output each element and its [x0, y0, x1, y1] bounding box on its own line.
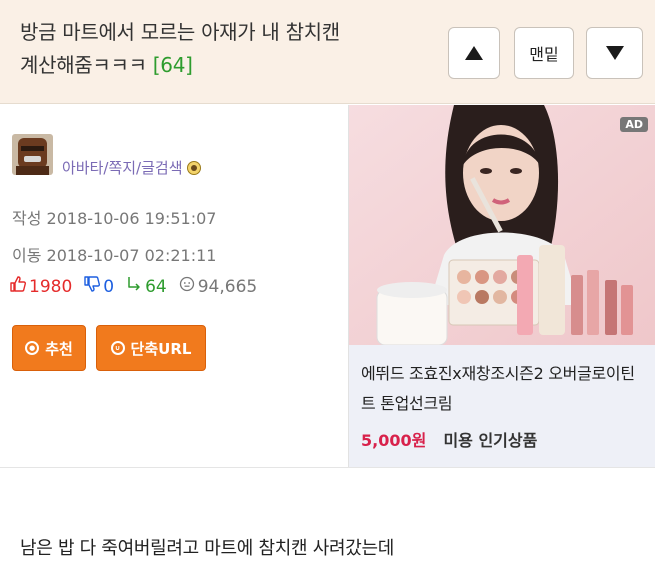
author-links[interactable]: 아바타/쪽지/글검색 [62, 157, 201, 178]
thumbs-up-icon [10, 276, 26, 297]
upvote-stat: 1980 [10, 276, 72, 297]
view-stat: 94,665 [179, 276, 257, 297]
thumbs-down-icon [84, 276, 101, 297]
title-line1: 방금 마트에서 모르는 아재가 내 참치캔 [20, 20, 340, 44]
ad-category: 미용 인기상품 [443, 431, 538, 450]
ad-image[interactable]: AD [349, 105, 655, 345]
ad-card[interactable]: AD 에뛰드 조효진x재창조시즌2 오버글로이틴트 톤업선크림 5,000원 미… [348, 105, 655, 467]
post-header: 방금 마트에서 모르는 아재가 내 참치캔 계산해줌ㅋㅋㅋ [64] 맨밑 [0, 0, 655, 104]
ad-label: AD [620, 117, 648, 132]
ad-info[interactable]: 에뛰드 조효진x재창조시즌2 오버글로이틴트 톤업선크림 5,000원 미용 인… [349, 345, 655, 467]
author-avatar[interactable] [12, 134, 53, 175]
reply-stat: 64 [126, 276, 167, 297]
downvote-stat: 0 [84, 276, 114, 297]
post-title: 방금 마트에서 모르는 아재가 내 참치캔 계산해줌ㅋㅋㅋ [64] [20, 16, 420, 82]
eye-icon [179, 276, 195, 297]
view-count: 94,665 [197, 276, 258, 297]
post-content: 남은 밥 다 죽여버릴려고 마트에 참치캔 사려갔는데 [20, 538, 394, 559]
short-url-label: 단축URL [130, 339, 192, 358]
arrow-up-icon [465, 46, 483, 60]
comment-count[interactable]: [64] [153, 53, 193, 77]
ad-price-row: 5,000원 미용 인기상품 [361, 427, 644, 451]
ad-price: 5,000원 [361, 431, 427, 450]
recommend-label: 추천 [45, 339, 73, 358]
upvote-count: 1980 [29, 276, 73, 297]
level-badge-icon [186, 161, 201, 175]
written-date: 작성 2018-10-06 19:51:07 [12, 209, 217, 228]
recommend-button[interactable]: ● 추천 [12, 325, 86, 371]
section-divider [0, 467, 655, 468]
author-links-text[interactable]: 아바타/쪽지/글검색 [62, 159, 183, 177]
reply-arrow-icon [126, 276, 142, 297]
reply-count: 64 [145, 276, 167, 297]
link-icon: ∪ [110, 341, 125, 355]
moved-date: 이동 2018-10-07 02:21:11 [12, 246, 217, 265]
scroll-bottom-button[interactable]: 맨밑 [514, 27, 574, 79]
short-url-button[interactable]: ∪ 단축URL [96, 325, 206, 371]
downvote-count: 0 [103, 276, 115, 297]
scroll-top-button[interactable] [448, 27, 500, 79]
ad-description[interactable]: 에뛰드 조효진x재창조시즌2 오버글로이틴트 톤업선크림 [361, 359, 644, 419]
post-stats: 1980 0 64 94,665 [10, 276, 269, 297]
scroll-down-button[interactable] [586, 27, 643, 79]
recommend-icon: ● [25, 341, 40, 355]
arrow-down-icon [605, 46, 624, 60]
title-line2: 계산해줌ㅋㅋㅋ [20, 53, 147, 77]
